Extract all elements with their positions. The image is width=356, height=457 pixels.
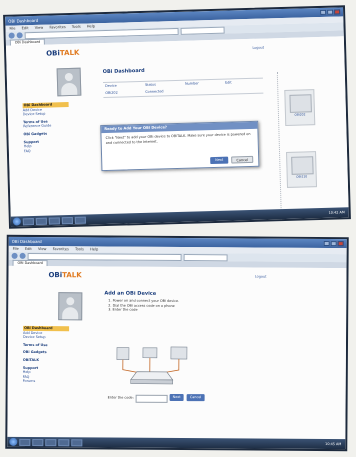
router-icon: [142, 347, 158, 359]
search-field[interactable]: [183, 253, 228, 261]
window-title: OBi Dashboard: [11, 238, 42, 245]
start-button-icon[interactable]: [12, 217, 21, 226]
obi-device-icon: [130, 371, 174, 381]
sidebar: OBi Dashboard Add Device Device Setup Te…: [22, 102, 70, 154]
minimize-button[interactable]: [320, 9, 327, 15]
code-label: Enter the code:: [107, 395, 134, 400]
instructions: 1. Power on and connect your OBi device.…: [108, 299, 258, 314]
device-table: Device Status Number Edit OBi202 Connect…: [102, 77, 264, 99]
start-button-icon[interactable]: [9, 437, 18, 446]
taskbar: 10:45 AM: [7, 436, 346, 450]
menu-tools[interactable]: Tools: [75, 247, 84, 251]
avatar-head: [64, 72, 73, 82]
logout-link[interactable]: Logout: [252, 46, 264, 50]
logout-link[interactable]: Logout: [255, 275, 267, 279]
taskbar-item[interactable]: [71, 438, 83, 446]
add-device-dialog: Ready to Add Your OBi Device? Click "Nex…: [100, 120, 260, 172]
taskbar-clock: 10:42 AM: [328, 210, 345, 215]
taskbar-item[interactable]: [58, 438, 70, 446]
taskbar-clock: 10:45 AM: [325, 442, 342, 447]
menu-view[interactable]: View: [38, 247, 47, 251]
maximize-button[interactable]: [327, 9, 334, 15]
page-content: OBiTALK Logout OBi Dashboard Add Device …: [5, 36, 349, 223]
phone-icon: [116, 347, 130, 360]
sidebar-item-device-setup[interactable]: Device Setup: [23, 111, 69, 117]
sidebar: OBi Dashboard Add Device Device Setup Te…: [23, 325, 70, 384]
menu-tools[interactable]: Tools: [72, 25, 81, 29]
taskbar-item[interactable]: [74, 216, 86, 224]
avatar-head: [66, 297, 75, 306]
taskbar-item[interactable]: [45, 438, 57, 446]
menu-help[interactable]: Help: [87, 24, 95, 28]
obitalk-logo[interactable]: OBiTALK: [46, 49, 79, 58]
code-input[interactable]: [135, 394, 168, 403]
close-button[interactable]: [334, 9, 341, 15]
maximize-button[interactable]: [330, 241, 337, 247]
sidebar-section-gadgets[interactable]: OBi Gadgets: [23, 350, 69, 355]
next-button[interactable]: Next: [169, 393, 184, 402]
ad-card[interactable]: OBi202: [284, 89, 316, 126]
page-title: OBi Dashboard: [102, 67, 145, 76]
menu-file[interactable]: File: [13, 247, 19, 251]
dialog-cancel-button[interactable]: Cancel: [231, 155, 254, 164]
taskbar-item[interactable]: [19, 438, 31, 446]
page-title: Add an OBi Device: [104, 290, 157, 297]
menu-view[interactable]: View: [35, 26, 44, 30]
device-image: [291, 156, 314, 175]
sidebar-item-reference[interactable]: Reference Guide: [23, 123, 69, 129]
dialog-next-button[interactable]: Next: [210, 156, 229, 165]
sidebar-section-obitalk[interactable]: OBiTALK: [23, 358, 69, 363]
computer-icon: [170, 346, 188, 360]
url-field[interactable]: [27, 252, 182, 261]
taskbar-item[interactable]: [61, 216, 73, 224]
setup-diagram: [116, 346, 188, 385]
menu-file[interactable]: File: [9, 26, 15, 30]
product-ads: OBi202 OBi110: [276, 71, 322, 223]
cancel-button[interactable]: Cancel: [186, 394, 205, 402]
ad-caption[interactable]: OBi202: [287, 112, 313, 117]
device-image: [289, 94, 312, 113]
menu-favorites[interactable]: Favorites: [49, 25, 65, 29]
taskbar-item[interactable]: [35, 217, 47, 225]
table-cell: Connected: [145, 89, 164, 94]
menu-help[interactable]: Help: [90, 247, 98, 251]
forward-icon[interactable]: [16, 32, 23, 39]
ad-card[interactable]: OBi110: [286, 151, 318, 188]
search-field[interactable]: [180, 26, 225, 35]
table-cell: [183, 87, 223, 95]
screenshot-add-device: OBi Dashboard File Edit View Favorites T…: [5, 234, 349, 452]
menu-edit[interactable]: Edit: [22, 26, 29, 30]
sidebar-item-device-setup[interactable]: Device Setup: [23, 335, 69, 340]
back-icon[interactable]: [11, 252, 18, 259]
ad-caption[interactable]: OBi110: [289, 174, 315, 179]
table-cell[interactable]: [223, 86, 263, 94]
avatar-body: [61, 82, 78, 96]
close-button[interactable]: [337, 241, 344, 247]
sidebar-item-faq[interactable]: FAQ: [24, 148, 70, 154]
taskbar-item[interactable]: [32, 438, 44, 446]
menu-edit[interactable]: Edit: [25, 247, 32, 251]
forward-icon[interactable]: [19, 252, 26, 259]
minimize-button[interactable]: [323, 241, 330, 247]
back-icon[interactable]: [8, 32, 15, 39]
taskbar-item[interactable]: [22, 217, 34, 225]
avatar: [58, 292, 83, 321]
table-cell[interactable]: OBi202: [103, 89, 143, 97]
taskbar-item[interactable]: [48, 216, 60, 225]
sidebar-item-forums[interactable]: Forums: [23, 379, 69, 384]
sidebar-section-terms[interactable]: Terms of Use: [23, 343, 69, 348]
obitalk-logo[interactable]: OBiTALK: [48, 271, 81, 279]
avatar-body: [62, 307, 79, 320]
page-content: OBiTALK Logout OBi Dashboard Add Device …: [7, 265, 347, 449]
sidebar-section-gadgets[interactable]: OBi Gadgets: [23, 131, 69, 137]
menu-favorites[interactable]: Favorites: [53, 247, 69, 251]
obi-device-front: [130, 379, 173, 385]
screenshot-dashboard: OBi Dashboard File Edit View Favorites T…: [3, 5, 351, 229]
instruction-line: 3. Enter the code: [108, 307, 138, 312]
avatar: [56, 67, 82, 97]
